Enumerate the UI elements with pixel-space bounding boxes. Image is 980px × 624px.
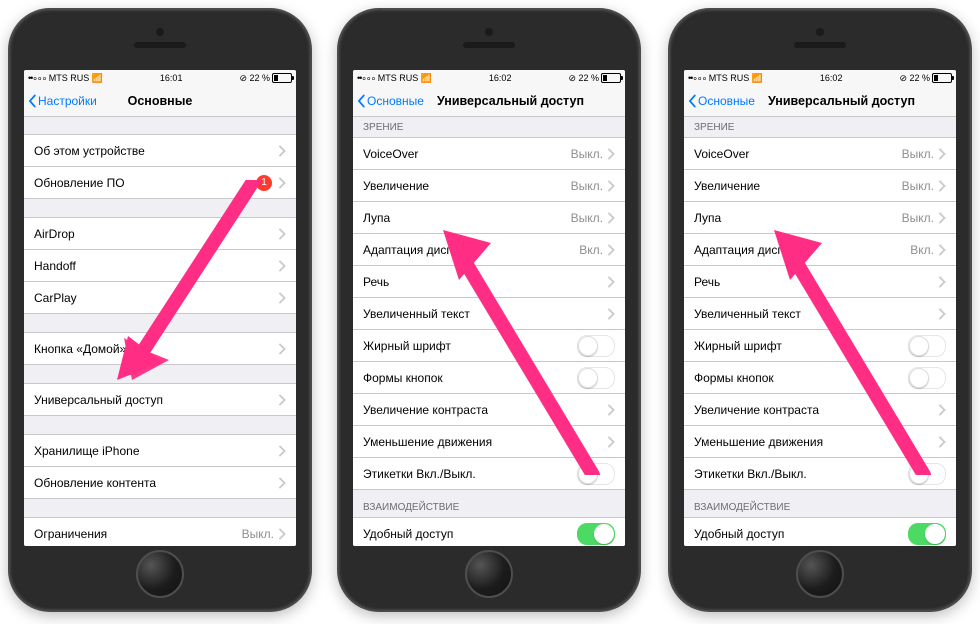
row-handoff[interactable]: Handoff <box>24 249 296 281</box>
row-bold-text[interactable]: Жирный шрифт <box>353 329 625 361</box>
chevron-right-icon <box>278 145 286 157</box>
row-larger-text[interactable]: Увеличенный текст <box>684 297 956 329</box>
home-button[interactable] <box>796 550 844 598</box>
toggle-reachability[interactable] <box>908 523 946 545</box>
row-display-accommodations[interactable]: Адаптация дисплеяВкл. <box>684 233 956 265</box>
row-onoff-labels[interactable]: Этикетки Вкл./Выкл. <box>684 457 956 490</box>
row-magnifier[interactable]: ЛупаВыкл. <box>684 201 956 233</box>
phone-frame-1: ••∘∘∘ MTS RUS 📶 16:01 ⊘ 22 % Настройки О… <box>8 8 312 612</box>
home-button[interactable] <box>465 550 513 598</box>
toggle-button-shapes[interactable] <box>577 367 615 389</box>
row-increase-contrast[interactable]: Увеличение контраста <box>353 393 625 425</box>
status-bar: ••∘∘∘ MTS RUS 📶 16:02 ⊘ 22 % <box>684 70 956 86</box>
row-reduce-motion[interactable]: Уменьшение движения <box>684 425 956 457</box>
row-display-accommodations[interactable]: Адаптация дисплеяВкл. <box>353 233 625 265</box>
nav-bar: Настройки Основные <box>24 86 296 117</box>
row-button-shapes[interactable]: Формы кнопок <box>684 361 956 393</box>
row-bold-text[interactable]: Жирный шрифт <box>684 329 956 361</box>
row-larger-text[interactable]: Увеличенный текст <box>353 297 625 329</box>
row-about[interactable]: Об этом устройстве <box>24 134 296 166</box>
row-button-shapes[interactable]: Формы кнопок <box>353 361 625 393</box>
row-increase-contrast[interactable]: Увеличение контраста <box>684 393 956 425</box>
row-reduce-motion[interactable]: Уменьшение движения <box>353 425 625 457</box>
back-button[interactable]: Основные <box>684 94 755 108</box>
toggle-bold[interactable] <box>577 335 615 357</box>
row-reachability[interactable]: Удобный доступ <box>353 517 625 546</box>
row-carplay[interactable]: CarPlay <box>24 281 296 314</box>
toggle-onoff-labels[interactable] <box>908 463 946 485</box>
row-software-update[interactable]: Обновление ПО1 <box>24 166 296 199</box>
toggle-bold[interactable] <box>908 335 946 357</box>
row-speech[interactable]: Речь <box>684 265 956 297</box>
row-reachability[interactable]: Удобный доступ <box>684 517 956 546</box>
row-home-button[interactable]: Кнопка «Домой» <box>24 332 296 365</box>
row-storage[interactable]: Хранилище iPhone <box>24 434 296 466</box>
status-bar: ••∘∘∘ MTS RUS 📶 16:01 ⊘ 22 % <box>24 70 296 86</box>
back-button[interactable]: Настройки <box>24 94 97 108</box>
toggle-button-shapes[interactable] <box>908 367 946 389</box>
row-voiceover[interactable]: VoiceOverВыкл. <box>353 137 625 169</box>
row-voiceover[interactable]: VoiceOverВыкл. <box>684 137 956 169</box>
nav-bar: Основные Универсальный доступ <box>353 86 625 117</box>
section-header-interaction: Взаимодействие <box>353 490 625 517</box>
status-bar: ••∘∘∘ MTS RUS 📶 16:02 ⊘ 22 % <box>353 70 625 86</box>
row-airdrop[interactable]: AirDrop <box>24 217 296 249</box>
phone-frame-2: ••∘∘∘ MTS RUS 📶 16:02 ⊘ 22 % Основные Ун… <box>337 8 641 612</box>
home-button[interactable] <box>136 550 184 598</box>
update-badge: 1 <box>256 175 272 191</box>
row-bg-refresh[interactable]: Обновление контента <box>24 466 296 499</box>
row-onoff-labels[interactable]: Этикетки Вкл./Выкл. <box>353 457 625 490</box>
row-zoom[interactable]: УвеличениеВыкл. <box>684 169 956 201</box>
row-magnifier[interactable]: ЛупаВыкл. <box>353 201 625 233</box>
row-restrictions[interactable]: ОграниченияВыкл. <box>24 517 296 546</box>
row-zoom[interactable]: УвеличениеВыкл. <box>353 169 625 201</box>
row-accessibility[interactable]: Универсальный доступ <box>24 383 296 416</box>
section-header-vision: Зрение <box>353 116 625 137</box>
toggle-onoff-labels[interactable] <box>577 463 615 485</box>
section-header-interaction: Взаимодействие <box>684 490 956 517</box>
phone-frame-3: ••∘∘∘ MTS RUS 📶 16:02 ⊘ 22 % Основные Ун… <box>668 8 972 612</box>
back-button[interactable]: Основные <box>353 94 424 108</box>
toggle-reachability[interactable] <box>577 523 615 545</box>
nav-bar: Основные Универсальный доступ <box>684 86 956 117</box>
row-speech[interactable]: Речь <box>353 265 625 297</box>
section-header-vision: Зрение <box>684 116 956 137</box>
